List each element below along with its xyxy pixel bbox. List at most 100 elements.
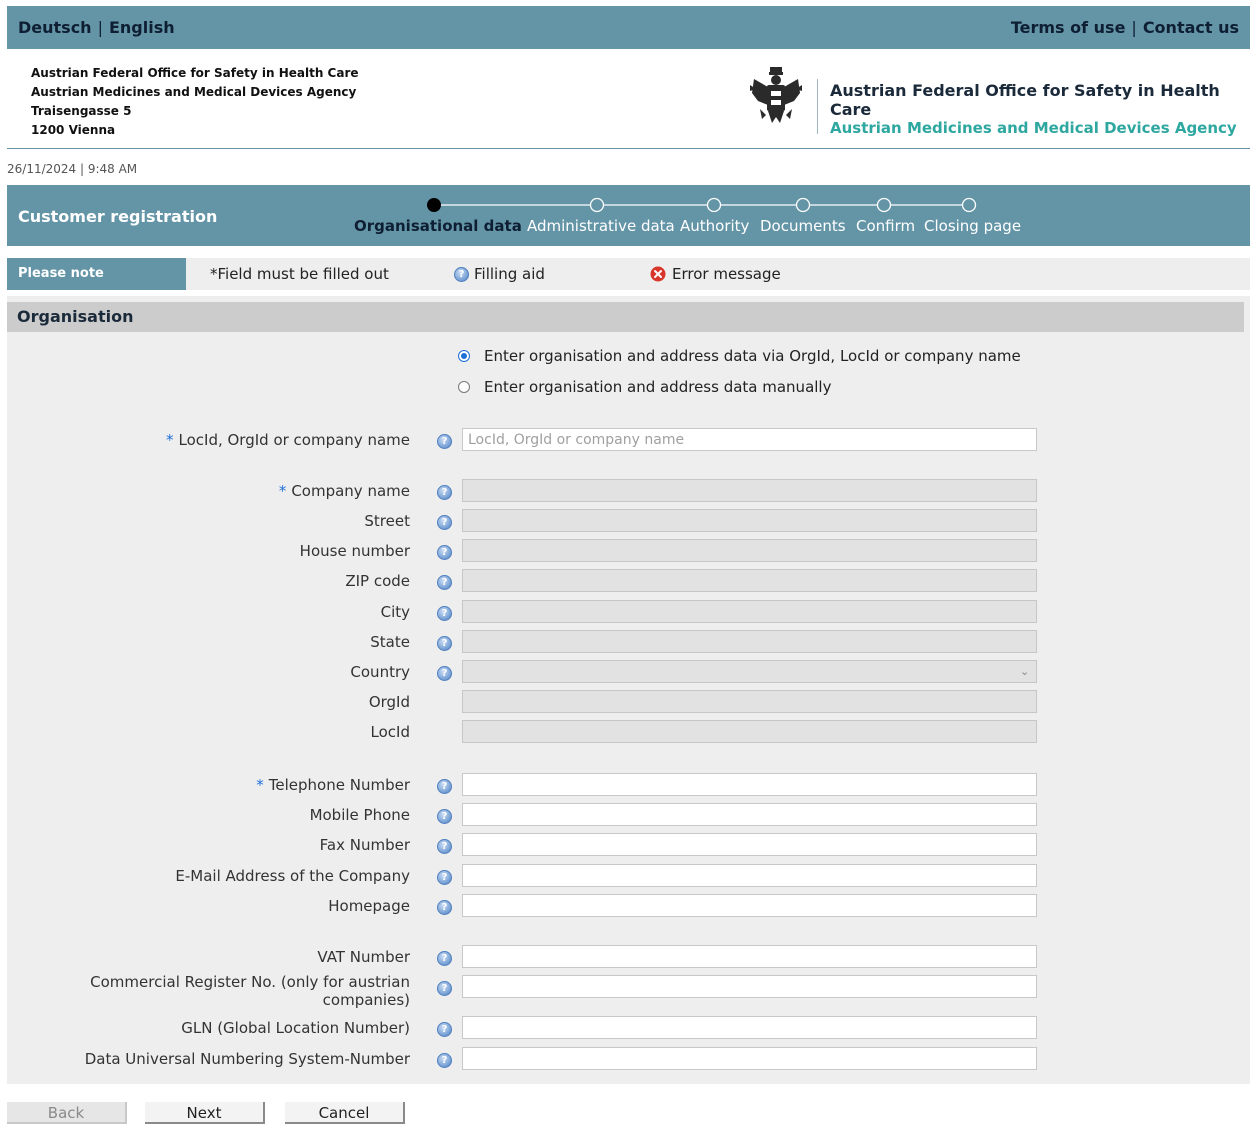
language-switcher: Deutsch | English (18, 18, 175, 37)
label-company-name: * Company name (279, 482, 410, 500)
city-field (462, 600, 1037, 623)
wizard-progress-bar: Customer registration Organisational dat… (7, 185, 1250, 246)
language-separator: | (97, 18, 103, 37)
language-link-english[interactable]: English (109, 18, 175, 37)
country-select (462, 660, 1037, 683)
back-button[interactable]: Back (7, 1102, 127, 1124)
label-mobile-phone: Mobile Phone (309, 806, 410, 824)
label-state: State (370, 633, 410, 651)
step-marker-4 (795, 197, 811, 213)
help-icon[interactable]: ? (437, 900, 452, 915)
label-homepage: Homepage (328, 897, 410, 915)
gln-input[interactable] (462, 1016, 1037, 1039)
label-company-name-text: Company name (291, 482, 410, 500)
help-icon[interactable]: ? (437, 1022, 452, 1037)
step-marker-6 (961, 197, 977, 213)
help-icon[interactable]: ? (437, 485, 452, 500)
step-authority: Authority (680, 217, 750, 235)
label-fax-number: Fax Number (319, 836, 410, 854)
telephone-input[interactable] (462, 773, 1037, 796)
address-line-1: Austrian Federal Office for Safety in He… (31, 66, 359, 80)
label-house-number: House number (299, 542, 410, 560)
next-button[interactable]: Next (145, 1102, 265, 1124)
commercial-register-input[interactable] (462, 975, 1037, 998)
label-commercial-register-line-1: Commercial Register No. (only for austri… (90, 973, 410, 991)
label-lookup-text: LocId, OrgId or company name (178, 431, 411, 449)
duns-input[interactable] (462, 1047, 1037, 1070)
address-line-3: Traisengasse 5 (31, 104, 132, 118)
page-header: Austrian Federal Office for Safety in He… (7, 49, 1250, 149)
help-icon[interactable]: ? (437, 636, 452, 651)
step-organisational-data: Organisational data (354, 217, 522, 235)
label-duns: Data Universal Numbering System-Number (84, 1050, 410, 1068)
step-marker-3 (706, 197, 722, 213)
house-number-field (462, 539, 1037, 562)
contact-us-link[interactable]: Contact us (1143, 18, 1239, 37)
help-icon[interactable]: ? (437, 515, 452, 530)
label-street: Street (364, 512, 410, 530)
fax-number-input[interactable] (462, 833, 1037, 856)
vat-number-input[interactable] (462, 945, 1037, 968)
top-bar: Deutsch | English Terms of use | Contact us (7, 6, 1250, 49)
mobile-phone-input[interactable] (462, 803, 1037, 826)
radio-label-lookup: Enter organisation and address data via … (484, 347, 1021, 365)
agency-name-line-1: Austrian Federal Office for Safety in He… (830, 81, 1220, 119)
radio-button-manual[interactable] (458, 381, 470, 393)
step-marker-1 (427, 198, 441, 212)
label-vat-number: VAT Number (317, 948, 410, 966)
agency-name-line-2: Austrian Medicines and Medical Devices A… (830, 119, 1237, 137)
current-date-time: 26/11/2024 | 9:48 AM (7, 162, 138, 176)
label-locid: LocId (370, 723, 410, 741)
help-icon[interactable]: ? (437, 606, 452, 621)
help-icon[interactable]: ? (437, 809, 452, 824)
label-commercial-register-line-2: companies) (322, 991, 410, 1009)
help-icon[interactable]: ? (437, 1053, 452, 1068)
chevron-down-icon: ⌄ (1020, 665, 1030, 678)
help-icon[interactable]: ? (437, 575, 452, 590)
radio-option-lookup[interactable]: Enter organisation and address data via … (458, 347, 1021, 365)
cancel-button[interactable]: Cancel (285, 1102, 405, 1124)
email-input[interactable] (462, 864, 1037, 887)
legend-filling-aid: ? Filling aid (454, 265, 545, 283)
label-gln: GLN (Global Location Number) (181, 1019, 410, 1037)
required-marker: * (278, 482, 287, 500)
help-icon[interactable]: ? (437, 951, 452, 966)
required-marker: * (166, 431, 174, 449)
help-icon[interactable]: ? (437, 839, 452, 854)
label-orgid: OrgId (368, 693, 410, 711)
street-field (462, 509, 1037, 532)
help-icon[interactable]: ? (437, 434, 452, 449)
label-zip-code: ZIP code (345, 572, 410, 590)
austrian-eagle-coat-of-arms-icon (746, 65, 806, 131)
legend-error: Error message (650, 265, 781, 283)
help-icon[interactable]: ? (437, 981, 452, 996)
radio-option-manual[interactable]: Enter organisation and address data manu… (458, 378, 831, 396)
step-marker-5 (876, 197, 892, 213)
company-name-field (462, 479, 1037, 502)
orgid-field (462, 690, 1037, 713)
language-link-deutsch[interactable]: Deutsch (18, 18, 92, 37)
link-separator: | (1131, 18, 1137, 37)
step-marker-2 (589, 197, 605, 213)
terms-of-use-link[interactable]: Terms of use (1011, 18, 1126, 37)
homepage-input[interactable] (462, 894, 1037, 917)
label-commercial-register: Commercial Register No. (only for austri… (90, 973, 410, 1009)
agency-title: Austrian Federal Office for Safety in He… (830, 81, 1250, 138)
radio-button-lookup[interactable] (458, 350, 470, 362)
label-telephone-text: Telephone Number (268, 776, 410, 794)
help-icon[interactable]: ? (437, 779, 452, 794)
logo-divider (817, 79, 818, 134)
error-icon (650, 266, 666, 282)
postal-address: Austrian Federal Office for Safety in He… (31, 64, 359, 140)
legend-required: *Field must be filled out (210, 265, 389, 283)
legend-bar: Please note *Field must be filled out ? … (7, 258, 1250, 290)
help-icon[interactable]: ? (437, 870, 452, 885)
help-icon[interactable]: ? (437, 666, 452, 681)
label-email: E-Mail Address of the Company (175, 867, 410, 885)
legend-heading: Please note (7, 258, 186, 290)
step-track (427, 197, 977, 213)
help-icon: ? (454, 266, 469, 282)
help-icon[interactable]: ? (437, 545, 452, 560)
lookup-input[interactable] (462, 428, 1037, 451)
legend-error-label: Error message (672, 265, 781, 283)
